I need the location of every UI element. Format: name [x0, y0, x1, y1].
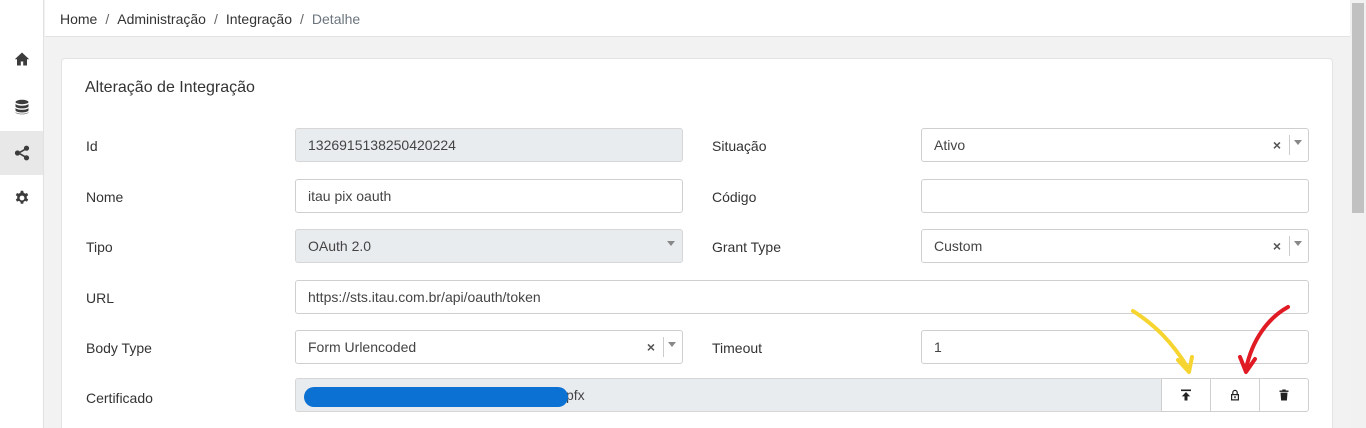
annotation-layer	[1131, 305, 1290, 374]
